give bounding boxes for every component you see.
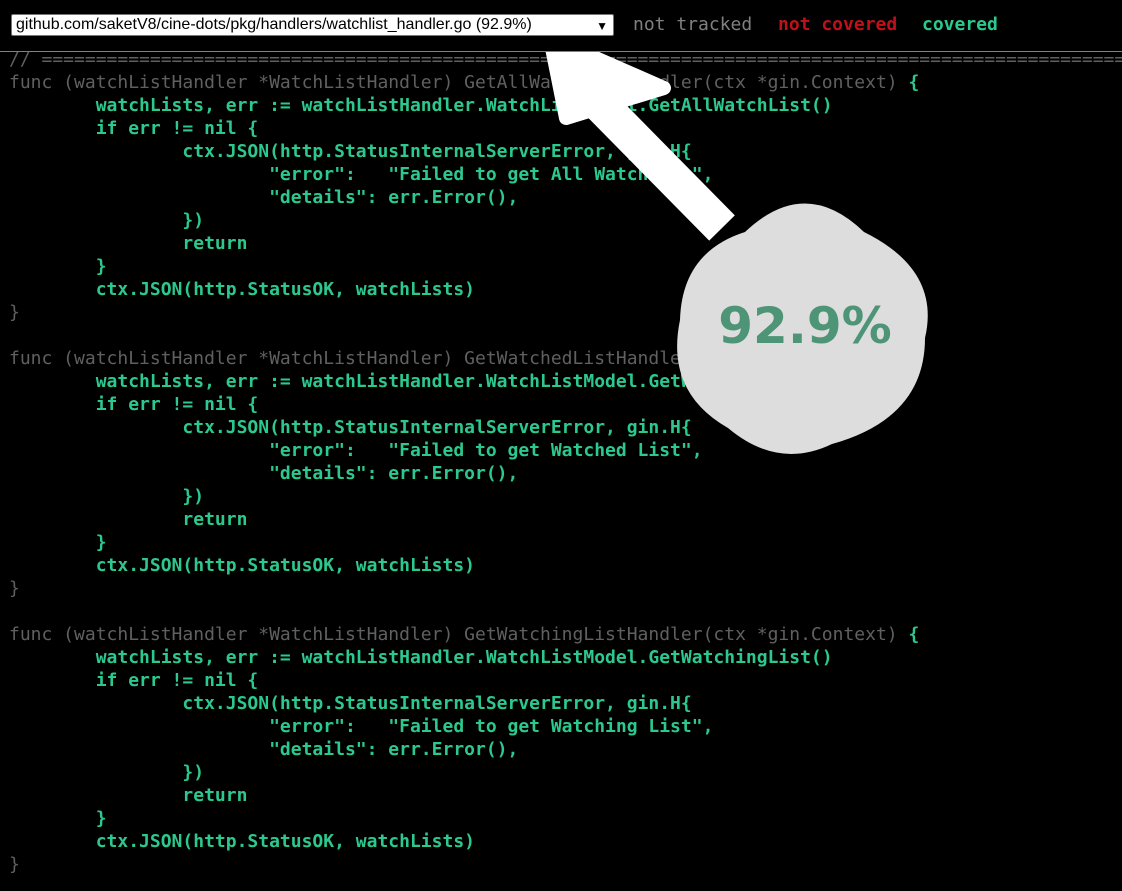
code-line: "details": err.Error(), <box>9 738 1122 761</box>
code-line: } <box>9 577 1122 600</box>
code-line: }) <box>9 209 1122 232</box>
code-line: return <box>9 784 1122 807</box>
covered-code: }) <box>9 210 205 231</box>
covered-code: watchLists, err := watchListHandler.Watc… <box>9 371 822 392</box>
covered-code: "error": "Failed to get Watching List", <box>9 716 714 737</box>
covered-code: "error": "Failed to get Watched List", <box>9 440 703 461</box>
legend-not-covered: not covered <box>778 14 898 35</box>
covered-code: "error": "Failed to get All WatchList", <box>9 164 714 185</box>
code-line: ctx.JSON(http.StatusOK, watchLists) <box>9 278 1122 301</box>
source-code-view: // =====================================… <box>9 48 1122 876</box>
code-line: if err != nil { <box>9 393 1122 416</box>
covered-code: "details": err.Error(), <box>9 187 519 208</box>
not-tracked-code: } <box>9 578 20 599</box>
not-tracked-code: // =====================================… <box>9 49 1122 70</box>
code-line: } <box>9 531 1122 554</box>
code-line: ctx.JSON(http.StatusInternalServerError,… <box>9 692 1122 715</box>
covered-code: watchLists, err := watchListHandler.Watc… <box>9 647 833 668</box>
code-line: } <box>9 807 1122 830</box>
covered-code: return <box>9 785 248 806</box>
not-tracked-code: func (watchListHandler *WatchListHandler… <box>9 72 909 93</box>
file-select-dropdown[interactable]: github.com/saketV8/cine-dots/pkg/handler… <box>11 14 614 36</box>
covered-code: "details": err.Error(), <box>9 739 519 760</box>
covered-code: watchLists, err := watchListHandler.Watc… <box>9 95 833 116</box>
covered-code: }) <box>9 486 205 507</box>
code-line: ctx.JSON(http.StatusOK, watchLists) <box>9 830 1122 853</box>
legend-covered: covered <box>922 14 998 35</box>
code-line: return <box>9 232 1122 255</box>
code-line: func (watchListHandler *WatchListHandler… <box>9 71 1122 94</box>
code-line: "error": "Failed to get Watched List", <box>9 439 1122 462</box>
code-line: watchLists, err := watchListHandler.Watc… <box>9 94 1122 117</box>
code-line: ctx.JSON(http.StatusOK, watchLists) <box>9 554 1122 577</box>
covered-code: ctx.JSON(http.StatusOK, watchLists) <box>9 555 475 576</box>
covered-code: ctx.JSON(http.StatusOK, watchLists) <box>9 831 475 852</box>
code-line: "details": err.Error(), <box>9 186 1122 209</box>
code-line: "error": "Failed to get All WatchList", <box>9 163 1122 186</box>
covered-code: } <box>9 808 107 829</box>
code-line: } <box>9 255 1122 278</box>
code-line: watchLists, err := watchListHandler.Watc… <box>9 646 1122 669</box>
legend-not-tracked: not tracked <box>633 14 753 35</box>
code-line: if err != nil { <box>9 117 1122 140</box>
code-line: func (watchListHandler *WatchListHandler… <box>9 347 1122 370</box>
covered-code: return <box>9 509 248 530</box>
covered-code: if err != nil { <box>9 394 259 415</box>
covered-code: if err != nil { <box>9 670 259 691</box>
covered-code: { <box>908 624 920 645</box>
not-tracked-code: func (watchListHandler *WatchListHandler… <box>9 624 909 645</box>
chevron-down-icon: ▼ <box>596 19 608 33</box>
covered-code: ctx.JSON(http.StatusOK, watchLists) <box>9 279 475 300</box>
covered-code: } <box>9 256 107 277</box>
covered-code: }) <box>9 762 205 783</box>
code-line: ctx.JSON(http.StatusInternalServerError,… <box>9 140 1122 163</box>
not-tracked-code: } <box>9 854 20 875</box>
code-line: } <box>9 301 1122 324</box>
covered-code: ctx.JSON(http.StatusInternalServerError,… <box>9 141 692 162</box>
code-line: } <box>9 853 1122 876</box>
code-line: if err != nil { <box>9 669 1122 692</box>
code-line: return <box>9 508 1122 531</box>
code-line: watchLists, err := watchListHandler.Watc… <box>9 370 1122 393</box>
percentage-badge-label: 92.9% <box>718 297 892 355</box>
code-line: "error": "Failed to get Watching List", <box>9 715 1122 738</box>
covered-code: if err != nil { <box>9 118 259 139</box>
covered-code: { <box>908 72 920 93</box>
code-line: }) <box>9 485 1122 508</box>
code-line: "details": err.Error(), <box>9 462 1122 485</box>
code-line: func (watchListHandler *WatchListHandler… <box>9 623 1122 646</box>
covered-code: } <box>9 532 107 553</box>
code-line: ctx.JSON(http.StatusInternalServerError,… <box>9 416 1122 439</box>
covered-code: ctx.JSON(http.StatusInternalServerError,… <box>9 417 692 438</box>
code-line: }) <box>9 761 1122 784</box>
covered-code: ctx.JSON(http.StatusInternalServerError,… <box>9 693 692 714</box>
file-select-value: github.com/saketV8/cine-dots/pkg/handler… <box>16 16 532 33</box>
covered-code: "details": err.Error(), <box>9 463 519 484</box>
covered-code: return <box>9 233 248 254</box>
coverage-toolbar: github.com/saketV8/cine-dots/pkg/handler… <box>0 0 1122 52</box>
not-tracked-code: } <box>9 302 20 323</box>
